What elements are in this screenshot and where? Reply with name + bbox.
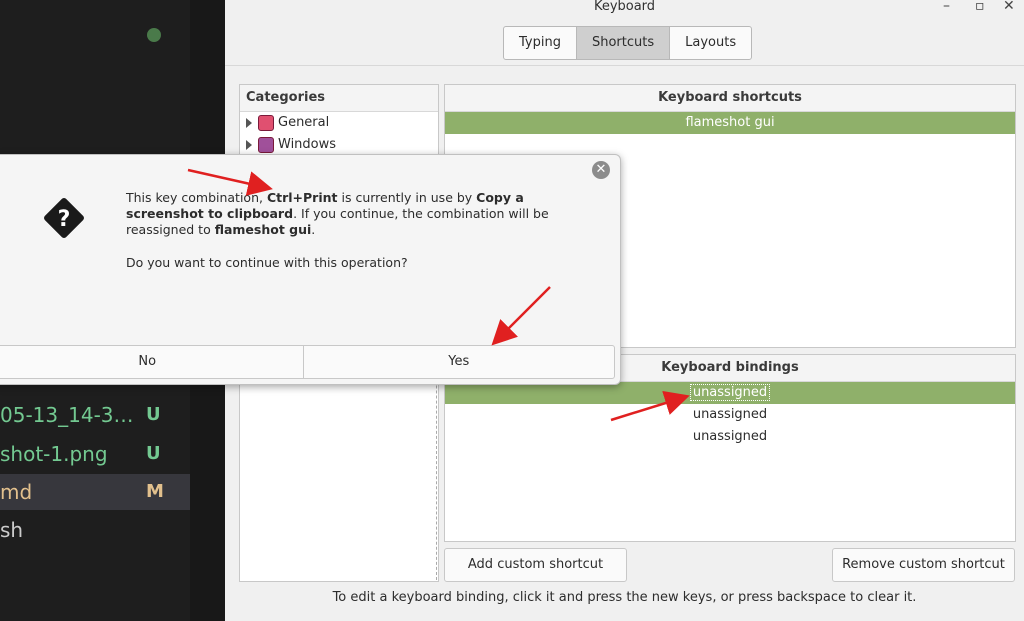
dialog-close-icon[interactable]: ✕	[592, 161, 610, 179]
general-category-icon	[258, 114, 274, 131]
dialog-button-row: No Yes	[0, 345, 615, 379]
key-combination: Ctrl+Print	[266, 190, 338, 205]
yes-button[interactable]: Yes	[304, 346, 615, 378]
close-icon[interactable]: ✕	[1003, 0, 1015, 14]
category-general[interactable]: General	[240, 112, 438, 134]
message-text: .	[311, 222, 316, 237]
binding-row[interactable]: unassigned	[445, 404, 1015, 426]
svg-text:?: ?	[58, 207, 71, 232]
git-badge: U	[146, 404, 161, 425]
binding-label: unassigned	[692, 407, 768, 422]
binding-label: unassigned	[692, 429, 768, 444]
categories-header: Categories	[240, 85, 438, 112]
remove-custom-shortcut-button[interactable]: Remove custom shortcut	[832, 548, 1015, 582]
tab-typing[interactable]: Typing	[504, 27, 577, 59]
dialog-question: Do you want to continue with this operat…	[126, 255, 408, 270]
message-text: is currently in use by	[337, 190, 477, 205]
expand-triangle-icon[interactable]	[246, 139, 252, 150]
minimize-icon[interactable]: –	[943, 0, 950, 14]
file-name: sh	[0, 518, 24, 542]
file-row[interactable]: shot-1.png U	[0, 436, 190, 472]
shortcuts-header: Keyboard shortcuts	[445, 85, 1015, 112]
file-row[interactable]: sh	[0, 512, 190, 548]
file-name: 05-13_14-3…	[0, 403, 134, 427]
expand-triangle-icon[interactable]	[246, 117, 252, 128]
window-title: Keyboard	[593, 0, 656, 14]
category-label: General	[278, 115, 330, 130]
file-row[interactable]: md M	[0, 474, 190, 510]
file-row[interactable]: 05-13_14-3… U	[0, 397, 190, 433]
dialog-message: This key combination, Ctrl+Print is curr…	[126, 190, 596, 238]
category-label: Windows	[278, 137, 337, 152]
divider	[225, 65, 1024, 66]
status-dot	[147, 28, 161, 42]
file-name: shot-1.png	[0, 442, 108, 466]
git-badge: U	[146, 443, 161, 464]
question-icon: ?	[44, 198, 84, 238]
no-button[interactable]: No	[0, 346, 304, 378]
conflict-dialog: ✕ ? This key combination, Ctrl+Print is …	[0, 154, 621, 385]
category-windows[interactable]: Windows	[240, 134, 438, 156]
target-action: flameshot gui	[214, 222, 312, 237]
add-custom-shortcut-button[interactable]: Add custom shortcut	[444, 548, 627, 582]
shortcut-label: flameshot gui	[685, 115, 775, 130]
hint-text: To edit a keyboard binding, click it and…	[332, 590, 917, 605]
binding-label: unassigned	[689, 384, 771, 401]
tab-shortcuts[interactable]: Shortcuts	[576, 27, 671, 59]
git-badge: M	[146, 481, 164, 502]
binding-row[interactable]: unassigned	[445, 426, 1015, 448]
shortcut-row[interactable]: flameshot gui	[445, 112, 1015, 134]
tab-bar: Typing Shortcuts Layouts	[503, 26, 753, 60]
binding-row[interactable]: unassigned	[445, 382, 1015, 404]
maximize-icon[interactable]: ▫	[975, 0, 985, 14]
tab-layouts[interactable]: Layouts	[670, 27, 751, 59]
windows-category-icon	[258, 136, 274, 153]
file-name: md	[0, 480, 33, 504]
message-text: This key combination,	[126, 190, 267, 205]
